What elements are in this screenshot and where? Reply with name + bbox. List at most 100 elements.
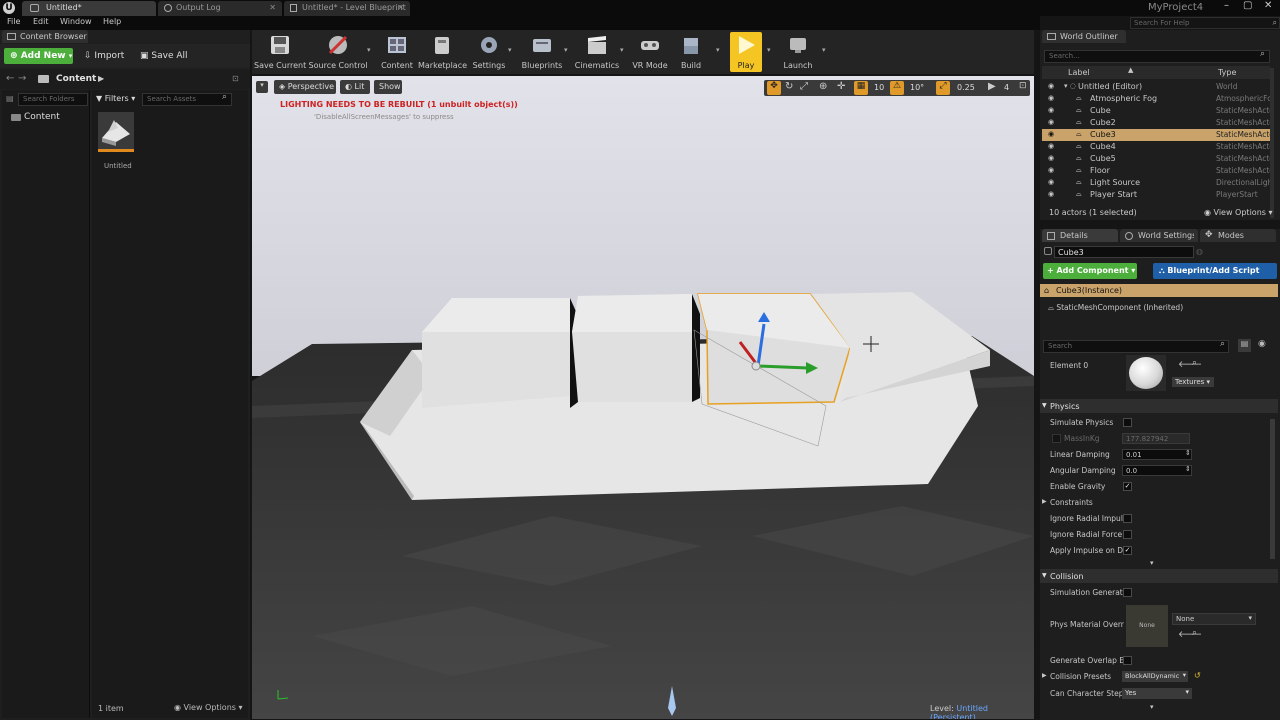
- grid-snap-icon[interactable]: ▦: [854, 81, 868, 95]
- chevron-down-icon[interactable]: ▾: [822, 46, 826, 54]
- col-label[interactable]: Label: [1068, 68, 1090, 77]
- phys-material-dropdown[interactable]: None ▾: [1172, 613, 1256, 625]
- rotation-snap-value[interactable]: 10°: [910, 83, 924, 92]
- reset-to-default-icon[interactable]: ↺: [1194, 671, 1201, 680]
- visibility-eye-icon[interactable]: ◉: [1048, 166, 1054, 174]
- component-instance-row[interactable]: ⌂ Cube3(Instance): [1040, 284, 1278, 297]
- cinematics-button[interactable]: Cinematics: [572, 32, 622, 72]
- world-space-icon[interactable]: ⊕: [819, 81, 827, 92]
- add-new-button[interactable]: ⊕ Add New ▾: [4, 48, 73, 64]
- maximize-icon[interactable]: ▢: [1243, 0, 1252, 11]
- back-arrow-icon[interactable]: ←: [6, 73, 14, 84]
- use-selected-arrow-icon[interactable]: 🡐: [1178, 629, 1202, 640]
- show-button[interactable]: Show: [374, 80, 402, 94]
- visibility-eye-icon[interactable]: ◉: [1048, 142, 1054, 150]
- build-button[interactable]: Build: [666, 32, 716, 72]
- actor-name-input[interactable]: Cube3: [1054, 246, 1194, 258]
- tab-modes[interactable]: ✥ Modes: [1200, 229, 1276, 242]
- material-thumbnail[interactable]: [1126, 355, 1166, 391]
- tab-level-editor[interactable]: Untitled*: [22, 1, 156, 16]
- chevron-down-icon[interactable]: ▾: [564, 46, 568, 54]
- chevron-down-icon[interactable]: ▾: [1150, 703, 1154, 711]
- blueprints-button[interactable]: Blueprints: [518, 32, 566, 72]
- import-button[interactable]: ⇩ Import: [80, 48, 130, 64]
- breadcrumb-content[interactable]: Content: [56, 74, 96, 84]
- menu-edit[interactable]: Edit: [33, 17, 49, 26]
- outliner-row[interactable]: ◉ ⌓ Cube3 StaticMeshActor: [1042, 129, 1272, 141]
- lock-icon[interactable]: ⊡: [232, 74, 239, 83]
- outliner-row[interactable]: ◉ ▾ ◌ Untitled (Editor) World: [1042, 81, 1270, 93]
- outliner-scrollbar[interactable]: [1270, 68, 1274, 218]
- chevron-down-icon[interactable]: ▾: [620, 46, 624, 54]
- scale-icon[interactable]: ⤢: [800, 81, 808, 92]
- scale-snap-icon[interactable]: ⤢: [936, 81, 950, 95]
- outliner-row[interactable]: ◉ ⌓ Cube5 StaticMeshActor: [1042, 153, 1272, 165]
- lock-icon[interactable]: ◍: [1196, 247, 1203, 256]
- surface-snap-icon[interactable]: ✛: [837, 81, 845, 92]
- viewport-scene[interactable]: [252, 76, 1034, 719]
- col-type[interactable]: Type: [1218, 68, 1236, 77]
- tab-level-blueprint[interactable]: Untitled* - Level Blueprint ✕: [284, 1, 410, 16]
- tab-world-settings[interactable]: World Settings: [1120, 229, 1198, 242]
- tab-output-log[interactable]: Output Log ✕: [158, 1, 282, 16]
- camera-speed-value[interactable]: 4: [1004, 83, 1009, 92]
- menu-file[interactable]: File: [7, 17, 20, 26]
- blueprint-add-script-button[interactable]: ⛬ Blueprint/Add Script: [1153, 263, 1277, 279]
- save-all-button[interactable]: ▣ Save All: [136, 48, 196, 64]
- browse-icon[interactable]: ⌕: [1192, 628, 1197, 638]
- add-component-button[interactable]: + Add Component ▾: [1043, 263, 1137, 279]
- scale-snap-value[interactable]: 0.25: [957, 83, 975, 92]
- spinner-icon[interactable]: ⇕: [1185, 449, 1191, 457]
- collision-category[interactable]: ▼ Collision: [1040, 569, 1278, 583]
- minimize-icon[interactable]: –: [1224, 0, 1229, 11]
- folder-search-input[interactable]: Search Folders: [18, 93, 88, 106]
- visibility-eye-icon[interactable]: ◉: [1048, 82, 1054, 90]
- menu-window[interactable]: Window: [60, 17, 92, 26]
- perspective-button[interactable]: ◈ Perspective: [274, 80, 336, 94]
- property-matrix-icon[interactable]: ▤: [1238, 339, 1251, 352]
- source-control-button[interactable]: Source Control: [308, 32, 368, 72]
- tab-details[interactable]: Details: [1042, 229, 1118, 242]
- simulate-physics-checkbox[interactable]: [1123, 418, 1132, 427]
- collapse-icon[interactable]: ▤: [6, 94, 14, 103]
- visibility-eye-icon[interactable]: ◉: [1048, 106, 1054, 114]
- visibility-eye-icon[interactable]: ◉: [1048, 94, 1054, 102]
- close-icon[interactable]: ✕: [269, 3, 276, 12]
- view-options-button[interactable]: ◉ View Options ▾: [174, 703, 243, 712]
- phys-material-thumbnail[interactable]: None: [1126, 605, 1168, 647]
- content-browser-tab[interactable]: Content Browser: [2, 30, 88, 43]
- settings-button[interactable]: Settings: [468, 32, 510, 72]
- menu-help[interactable]: Help: [103, 17, 121, 26]
- chevron-down-icon[interactable]: ▾: [367, 46, 371, 54]
- viewport-menu-icon[interactable]: ▾: [256, 81, 268, 93]
- maximize-viewport-icon[interactable]: ⊡: [1019, 81, 1027, 91]
- enable-gravity-checkbox[interactable]: ✓: [1123, 482, 1132, 491]
- help-search-input[interactable]: Search For Help ⌕: [1130, 17, 1280, 29]
- world-outliner-tab[interactable]: World Outliner: [1042, 30, 1126, 43]
- ignore-radial-force-checkbox[interactable]: [1123, 530, 1132, 539]
- launch-button[interactable]: Launch: [774, 32, 822, 72]
- save-current-button[interactable]: Save Current: [254, 32, 306, 72]
- grid-snap-value[interactable]: 10: [874, 83, 884, 92]
- rotation-snap-icon[interactable]: ⚠: [890, 81, 904, 95]
- asset-search-input[interactable]: Search Assets: [142, 93, 232, 106]
- lit-button[interactable]: ◐ Lit: [340, 80, 370, 94]
- outliner-row[interactable]: ◉ ⌓ Atmospheric Fog AtmosphericFog: [1042, 93, 1272, 105]
- outliner-view-options-button[interactable]: ◉ View Options ▾: [1204, 208, 1273, 217]
- use-selected-arrow-icon[interactable]: 🡐: [1178, 359, 1202, 370]
- outliner-row[interactable]: ◉ ⌓ Light Source DirectionalLight: [1042, 177, 1272, 189]
- simulation-generate-checkbox[interactable]: [1123, 588, 1132, 597]
- chevron-down-icon[interactable]: ▾: [716, 46, 720, 54]
- chevron-right-icon[interactable]: ▶: [98, 74, 104, 83]
- browse-icon[interactable]: ⌕: [1192, 358, 1197, 368]
- asset-tile-untitled[interactable]: [98, 112, 134, 152]
- apply-impulse-checkbox[interactable]: ✓: [1123, 546, 1132, 555]
- camera-speed-icon[interactable]: ▶: [988, 81, 996, 92]
- chevron-down-icon[interactable]: ▾: [1150, 559, 1154, 567]
- translate-icon[interactable]: ✥: [767, 81, 781, 95]
- gizmo-y-axis[interactable]: [757, 364, 809, 370]
- visibility-eye-icon[interactable]: ◉: [1048, 154, 1054, 162]
- eye-icon[interactable]: ◉: [1258, 339, 1266, 349]
- mass-override-checkbox[interactable]: [1052, 434, 1061, 443]
- generate-overlap-checkbox[interactable]: [1123, 656, 1132, 665]
